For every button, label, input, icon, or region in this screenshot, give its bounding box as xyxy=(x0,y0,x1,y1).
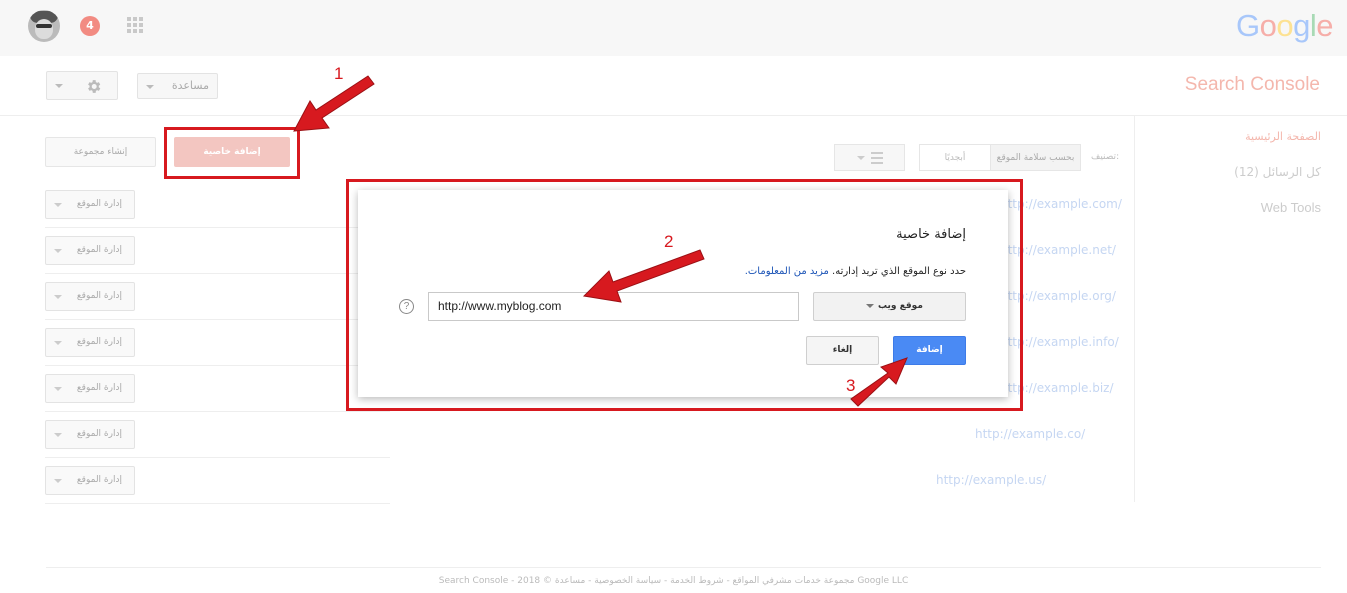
annotation-arrow-1 xyxy=(293,75,375,132)
manage-site-label: إدارة الموقع xyxy=(76,199,122,209)
site-row: إدارة الموقع xyxy=(45,458,390,504)
chevron-down-icon xyxy=(54,341,62,345)
footer-text: Search Console - مجموعة خدمات مشرفي المو… xyxy=(438,576,909,586)
annotation-highlight-box xyxy=(346,179,1023,411)
logo-letter: g xyxy=(1293,8,1310,43)
logo-letter: o xyxy=(1276,8,1294,43)
manage-site-label: إدارة الموقع xyxy=(76,429,122,439)
sort-by-health-button[interactable]: بحسب سلامة الموقع xyxy=(990,144,1081,171)
site-row: إدارة الموقع xyxy=(45,366,390,412)
site-row: إدارة الموقع xyxy=(45,274,390,320)
top-bar: 4 Google xyxy=(0,0,1347,56)
nav-item-web-tools[interactable]: Web Tools xyxy=(1234,200,1321,235)
nav-item-home[interactable]: الصفحة الرئيسية xyxy=(1234,130,1321,165)
manage-site-label: إدارة الموقع xyxy=(76,291,122,301)
manage-site-dropdown[interactable]: إدارة الموقع xyxy=(45,466,135,495)
manage-site-dropdown[interactable]: إدارة الموقع xyxy=(45,190,135,219)
chevron-down-icon xyxy=(54,249,62,253)
manage-site-dropdown[interactable]: إدارة الموقع xyxy=(45,282,135,311)
sort-label: تصنيف: xyxy=(1091,152,1120,162)
app-title[interactable]: Search Console xyxy=(1185,74,1320,96)
create-group-button[interactable]: إنشاء مجموعة xyxy=(45,137,156,167)
site-row: إدارة الموقع xyxy=(45,182,390,228)
chevron-down-icon xyxy=(146,85,154,89)
page: 4 Google مساعدة Search Console الصفحة ال… xyxy=(0,0,1347,593)
nav-item-messages[interactable]: كل الرسائل (12) xyxy=(1234,165,1321,200)
manage-site-dropdown[interactable]: إدارة الموقع xyxy=(45,420,135,449)
avatar[interactable] xyxy=(28,10,60,42)
list-view-icon xyxy=(871,152,883,164)
chevron-down-icon xyxy=(55,84,63,88)
divider xyxy=(0,115,1347,116)
manage-site-dropdown[interactable]: إدارة الموقع xyxy=(45,236,135,265)
chevron-down-icon xyxy=(54,433,62,437)
site-row: إدارة الموقع xyxy=(45,412,390,458)
chevron-down-icon xyxy=(54,387,62,391)
logo-letter: o xyxy=(1259,8,1277,43)
step-number-1: 1 xyxy=(334,64,344,83)
divider xyxy=(46,567,1321,568)
chevron-down-icon xyxy=(54,203,62,207)
annotation-highlight-box xyxy=(164,127,300,179)
help-dropdown[interactable]: مساعدة xyxy=(137,73,218,99)
sort-alphabetical-button[interactable]: أبجديًا xyxy=(919,144,991,171)
site-url-link[interactable]: http://example.co/ xyxy=(975,427,1085,441)
logo-letter: e xyxy=(1316,8,1333,43)
site-row: إدارة الموقع xyxy=(45,228,390,274)
manage-site-label: إدارة الموقع xyxy=(76,245,122,255)
manage-site-dropdown[interactable]: إدارة الموقع xyxy=(45,374,135,403)
logo-letter: G xyxy=(1235,8,1260,43)
notification-badge[interactable]: 4 xyxy=(80,16,100,36)
step-number-3: 3 xyxy=(846,376,856,395)
manage-site-label: إدارة الموقع xyxy=(76,475,122,485)
side-nav: الصفحة الرئيسية كل الرسائل (12) Web Tool… xyxy=(1234,130,1321,235)
settings-button[interactable] xyxy=(46,71,118,100)
gear-icon xyxy=(88,80,101,93)
google-logo: Google xyxy=(1235,8,1334,44)
divider xyxy=(1134,116,1135,502)
manage-site-dropdown[interactable]: إدارة الموقع xyxy=(45,328,135,357)
manage-site-label: إدارة الموقع xyxy=(76,337,122,347)
help-label: مساعدة xyxy=(171,79,209,92)
site-row: إدارة الموقع xyxy=(45,320,390,366)
step-number-2: 2 xyxy=(664,232,674,251)
chevron-down-icon xyxy=(54,295,62,299)
chevron-down-icon xyxy=(857,156,865,160)
site-url-link[interactable]: http://example.us/ xyxy=(936,473,1046,487)
manage-site-label: إدارة الموقع xyxy=(76,383,122,393)
chevron-down-icon xyxy=(54,479,62,483)
apps-grid-icon[interactable] xyxy=(127,17,143,33)
view-mode-dropdown[interactable] xyxy=(834,144,905,171)
